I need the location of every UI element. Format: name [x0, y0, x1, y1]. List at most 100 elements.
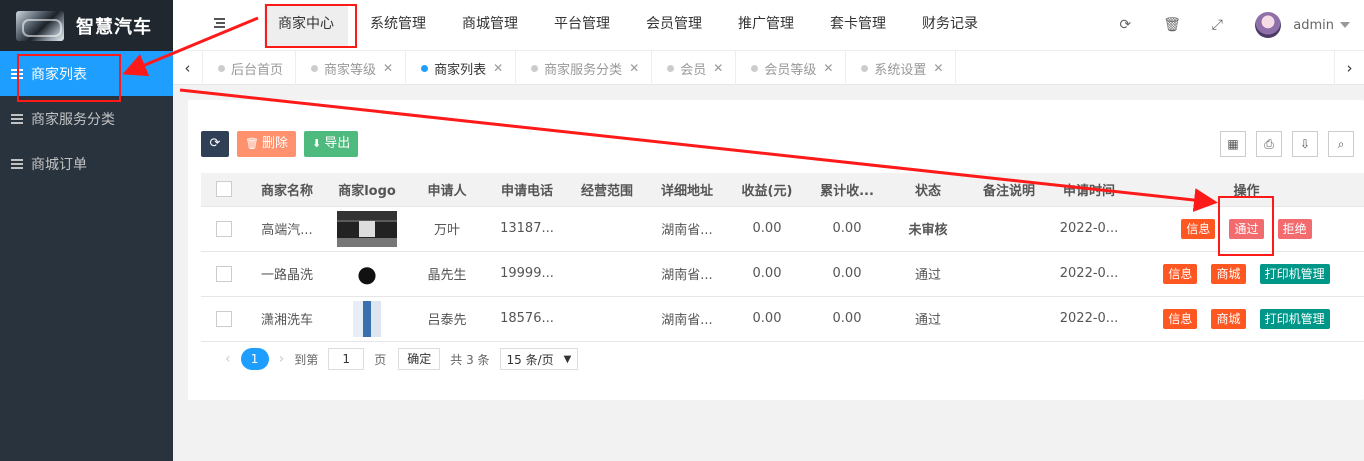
refresh-icon[interactable]: ⟳ [1117, 17, 1133, 33]
printer-manage-button[interactable]: 打印机管理 [1259, 308, 1330, 329]
column-header[interactable]: 商家logo [327, 173, 407, 207]
row-select[interactable] [201, 296, 247, 342]
search-icon[interactable]: ⌕ [1328, 131, 1354, 157]
close-icon[interactable]: ✕ [493, 61, 503, 75]
close-icon[interactable]: ✕ [629, 61, 639, 75]
mall-button[interactable]: 商城 [1211, 308, 1246, 329]
tabs-scroll-right-icon[interactable]: › [1334, 51, 1364, 85]
approve-button[interactable]: 通过 [1229, 218, 1264, 239]
page-tabs: ‹ 后台首页 商家等级 ✕ 商家列表 ✕ 商家服务分类 ✕ 会员 ✕ 会员等级 ✕ 系统设… [173, 51, 1364, 85]
username[interactable]: admin [1293, 18, 1334, 33]
nav-mall[interactable]: 商城管理 [448, 0, 532, 48]
scope [567, 206, 647, 252]
nav-card-packages[interactable]: 套卡管理 [816, 0, 900, 48]
select-all-header[interactable] [201, 173, 247, 207]
page-unit: 页 [374, 352, 387, 367]
tab-dot-icon [667, 64, 675, 72]
tab-dot-icon [861, 64, 869, 72]
export-button[interactable]: ⬇ 导出 [303, 131, 359, 157]
nav-system[interactable]: 系统管理 [356, 0, 440, 48]
sidebar-item-mall-orders[interactable]: 商城订单 [0, 141, 173, 186]
export-table-icon[interactable]: ⇩ [1292, 131, 1318, 157]
reject-button[interactable]: 拒绝 [1277, 218, 1312, 239]
info-button[interactable]: 信息 [1163, 308, 1198, 329]
column-header[interactable]: 申请电话 [487, 173, 567, 207]
close-icon[interactable]: ✕ [713, 61, 723, 75]
column-header[interactable]: 状态 [887, 173, 969, 207]
row-checkbox[interactable] [216, 310, 232, 327]
tab-dot-icon [218, 64, 225, 72]
export-label: 导出 [324, 136, 351, 151]
fullscreen-icon[interactable]: ⤢ [1209, 17, 1225, 33]
status: 未审核 [887, 206, 969, 252]
row-checkbox[interactable] [216, 220, 232, 237]
close-icon[interactable]: ✕ [383, 61, 393, 75]
menu-fold-icon[interactable] [211, 16, 225, 30]
tab-member-level[interactable]: 会员等级 ✕ [736, 51, 847, 85]
tab-dot-icon [531, 64, 539, 72]
total-income: 0.00 [807, 206, 887, 252]
tab-service-category[interactable]: 商家服务分类 ✕ [516, 51, 653, 85]
avatar[interactable] [1255, 12, 1282, 38]
row-select[interactable] [201, 206, 247, 252]
actions: 信息 商城 打印机管理 [1129, 296, 1364, 342]
close-icon[interactable]: ✕ [823, 61, 833, 75]
info-button[interactable]: 信息 [1163, 263, 1198, 284]
trash-icon: 🗑 [245, 137, 259, 150]
column-header[interactable]: 详细地址 [647, 173, 727, 207]
column-header[interactable]: 收益(元) [727, 173, 807, 207]
close-icon[interactable]: ✕ [933, 61, 943, 75]
column-header[interactable]: 申请时间 [1049, 173, 1129, 207]
select-all-checkbox[interactable] [216, 181, 232, 198]
nav-platform[interactable]: 平台管理 [540, 0, 624, 48]
phone: 13187... [487, 206, 567, 252]
nav-finance[interactable]: 财务记录 [908, 0, 992, 48]
column-header[interactable]: 申请人 [407, 173, 487, 207]
tab-label: 系统设置 [874, 62, 927, 78]
info-button[interactable]: 信息 [1181, 218, 1216, 239]
mall-button[interactable]: 商城 [1211, 263, 1246, 284]
delete-button[interactable]: 🗑 删除 [237, 131, 296, 157]
refresh-button[interactable]: ⟳ [201, 131, 229, 157]
row-checkbox[interactable] [216, 265, 232, 282]
status: 通过 [887, 296, 969, 342]
car-logo-image [16, 10, 64, 41]
goto-confirm-button[interactable]: 确定 [398, 348, 441, 370]
columns-icon[interactable]: ▦ [1220, 131, 1246, 157]
merchant-logo-image [337, 210, 397, 247]
sidebar-item-merchant-list[interactable]: 商家列表 [0, 51, 173, 96]
tabs-scroll-left-icon[interactable]: ‹ [173, 51, 203, 85]
tab-system-settings[interactable]: 系统设置 ✕ [846, 51, 957, 85]
nav-merchant-center[interactable]: 商家中心 [264, 4, 348, 48]
column-header[interactable]: 累计收... [807, 173, 887, 207]
tab-merchant-list[interactable]: 商家列表 ✕ [406, 51, 517, 85]
printer-manage-button[interactable]: 打印机管理 [1259, 263, 1330, 284]
next-page-icon[interactable]: › [279, 351, 285, 367]
column-header[interactable]: 商家名称 [247, 173, 327, 207]
prev-page-icon[interactable]: ‹ [225, 351, 231, 367]
column-header[interactable]: 备注说明 [969, 173, 1049, 207]
tab-list: 后台首页 商家等级 ✕ 商家列表 ✕ 商家服务分类 ✕ 会员 ✕ 会员等级 ✕ 系统设置 ✕ [203, 51, 957, 85]
column-header[interactable]: 经营范围 [567, 173, 647, 207]
current-page[interactable]: 1 [240, 348, 269, 370]
nav-promotion[interactable]: 推广管理 [724, 0, 808, 48]
tab-members[interactable]: 会员 ✕ [652, 51, 737, 85]
app-title: 智慧汽车 [76, 16, 152, 38]
income: 0.00 [727, 251, 807, 297]
sidebar-item-service-category[interactable]: 商家服务分类 [0, 96, 173, 141]
column-header[interactable]: 操作 [1129, 173, 1364, 207]
tab-home[interactable]: 后台首页 [203, 51, 297, 85]
tab-merchant-level[interactable]: 商家等级 ✕ [296, 51, 407, 85]
header-tools: ⟳ 🗑 ⤢ admin [1117, 0, 1364, 50]
print-icon[interactable]: ⎙ [1256, 131, 1282, 157]
apply-time: 2022-0... [1049, 251, 1129, 297]
tab-label: 会员 [680, 62, 707, 78]
nav-members[interactable]: 会员管理 [632, 0, 716, 48]
tab-dot-icon [311, 64, 319, 72]
row-select[interactable] [201, 251, 247, 297]
page-input[interactable] [328, 348, 365, 370]
top-header: 商家中心 系统管理 商城管理 平台管理 会员管理 推广管理 套卡管理 财务记录 … [173, 0, 1364, 51]
chevron-down-icon[interactable] [1340, 22, 1350, 28]
page-size-select[interactable]: 15 条/页 ▼ [499, 348, 579, 370]
trash-icon[interactable]: 🗑 [1163, 17, 1181, 33]
